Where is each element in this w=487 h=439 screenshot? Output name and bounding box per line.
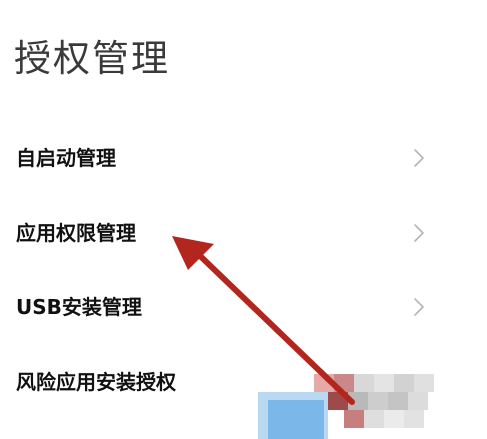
menu-item-auto-start-management[interactable]: 自启动管理 [0, 130, 487, 186]
page-title: 授权管理 [14, 37, 170, 80]
menu-item-usb-install-management[interactable]: USB安装管理 [0, 279, 487, 335]
chevron-right-icon [414, 298, 424, 316]
menu-item-label: 应用权限管理 [16, 221, 136, 245]
chevron-right-icon [414, 149, 424, 167]
menu-item-label: USB安装管理 [16, 295, 142, 319]
menu-item-label: 自启动管理 [16, 146, 116, 170]
menu-item-label: 风险应用安装授权 [16, 370, 176, 394]
chevron-right-icon [414, 224, 424, 242]
menu-item-app-permission-management[interactable]: 应用权限管理 [0, 205, 487, 261]
authorization-management-screen: 授权管理 自启动管理 应用权限管理 USB安装管理 风险应用安装授权 [0, 0, 487, 439]
